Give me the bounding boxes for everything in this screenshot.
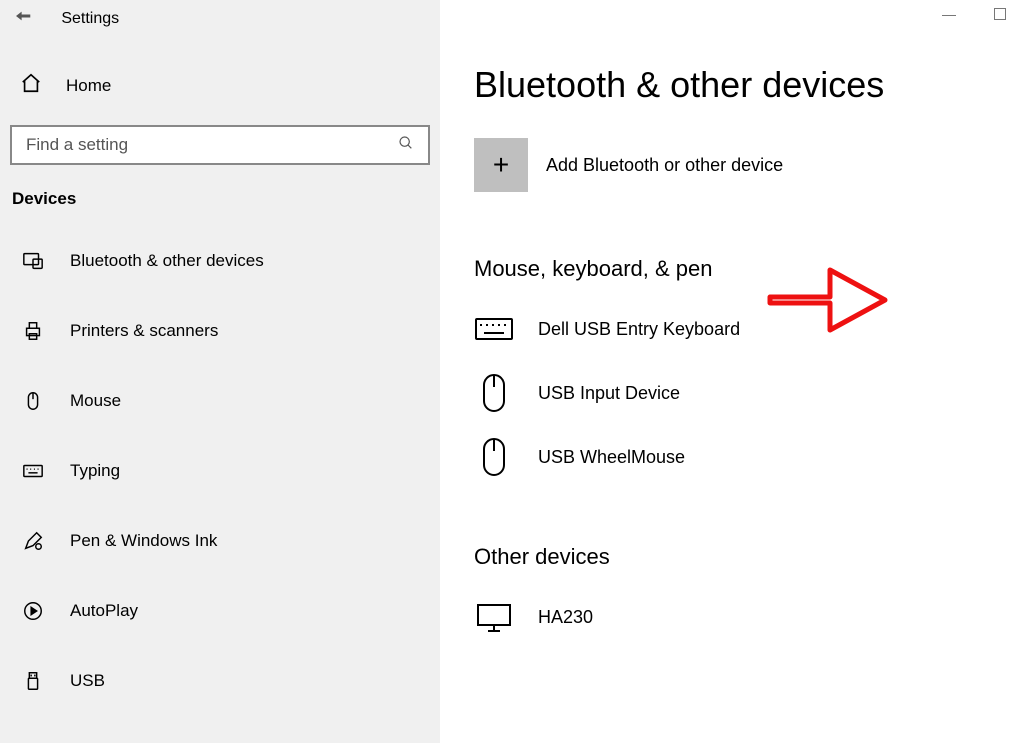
group-title-input-devices: Mouse, keyboard, & pen bbox=[474, 256, 990, 282]
device-usb-input[interactable]: USB Input Device bbox=[474, 376, 990, 410]
device-monitor[interactable]: HA230 bbox=[474, 600, 990, 634]
home-nav[interactable]: Home bbox=[10, 60, 430, 111]
sidebar-item-label: USB bbox=[70, 671, 105, 691]
sidebar-item-pen[interactable]: Pen & Windows Ink bbox=[10, 513, 430, 569]
device-wheelmouse[interactable]: USB WheelMouse bbox=[474, 440, 990, 474]
device-label: USB WheelMouse bbox=[538, 447, 685, 468]
add-device-button[interactable]: + Add Bluetooth or other device bbox=[474, 138, 990, 192]
sidebar-item-label: AutoPlay bbox=[70, 601, 138, 621]
pen-icon bbox=[20, 529, 46, 553]
back-button[interactable]: 🠨 bbox=[15, 2, 31, 36]
usb-icon bbox=[20, 669, 46, 693]
search-placeholder: Find a setting bbox=[26, 135, 128, 155]
device-label: HA230 bbox=[538, 607, 593, 628]
sidebar-item-autoplay[interactable]: AutoPlay bbox=[10, 583, 430, 639]
plus-icon: + bbox=[474, 138, 528, 192]
mouse-icon bbox=[474, 440, 514, 474]
mouse-icon bbox=[20, 389, 46, 413]
bluetooth-devices-icon bbox=[20, 249, 46, 273]
sidebar-item-bluetooth[interactable]: Bluetooth & other devices bbox=[10, 233, 430, 289]
group-title-other-devices: Other devices bbox=[474, 544, 990, 570]
sidebar-item-usb[interactable]: USB bbox=[10, 653, 430, 709]
device-label: Dell USB Entry Keyboard bbox=[538, 319, 740, 340]
device-label: USB Input Device bbox=[538, 383, 680, 404]
monitor-icon bbox=[474, 600, 514, 634]
home-label: Home bbox=[66, 76, 111, 96]
keyboard-icon bbox=[474, 312, 514, 346]
window-minimize-button[interactable] bbox=[942, 15, 956, 16]
sidebar-item-label: Typing bbox=[70, 461, 120, 481]
sidebar-item-printers[interactable]: Printers & scanners bbox=[10, 303, 430, 359]
autoplay-icon bbox=[20, 599, 46, 623]
add-device-label: Add Bluetooth or other device bbox=[546, 155, 783, 176]
page-title: Bluetooth & other devices bbox=[474, 64, 990, 106]
mouse-icon bbox=[474, 376, 514, 410]
sidebar-item-label: Pen & Windows Ink bbox=[70, 531, 217, 551]
device-keyboard[interactable]: Dell USB Entry Keyboard bbox=[474, 312, 990, 346]
section-heading: Devices bbox=[10, 165, 430, 215]
sidebar-item-typing[interactable]: Typing bbox=[10, 443, 430, 499]
sidebar-item-label: Mouse bbox=[70, 391, 121, 411]
window-title: Settings bbox=[61, 10, 119, 28]
annotation-arrow-icon bbox=[760, 252, 890, 347]
sidebar-item-label: Bluetooth & other devices bbox=[70, 251, 264, 271]
sidebar-item-label: Printers & scanners bbox=[70, 321, 218, 341]
search-icon bbox=[398, 135, 414, 156]
search-input[interactable]: Find a setting bbox=[10, 125, 430, 165]
sidebar-item-mouse[interactable]: Mouse bbox=[10, 373, 430, 429]
printer-icon bbox=[20, 319, 46, 343]
window-maximize-button[interactable] bbox=[994, 8, 1006, 20]
keyboard-icon bbox=[20, 459, 46, 483]
home-icon bbox=[20, 72, 42, 99]
